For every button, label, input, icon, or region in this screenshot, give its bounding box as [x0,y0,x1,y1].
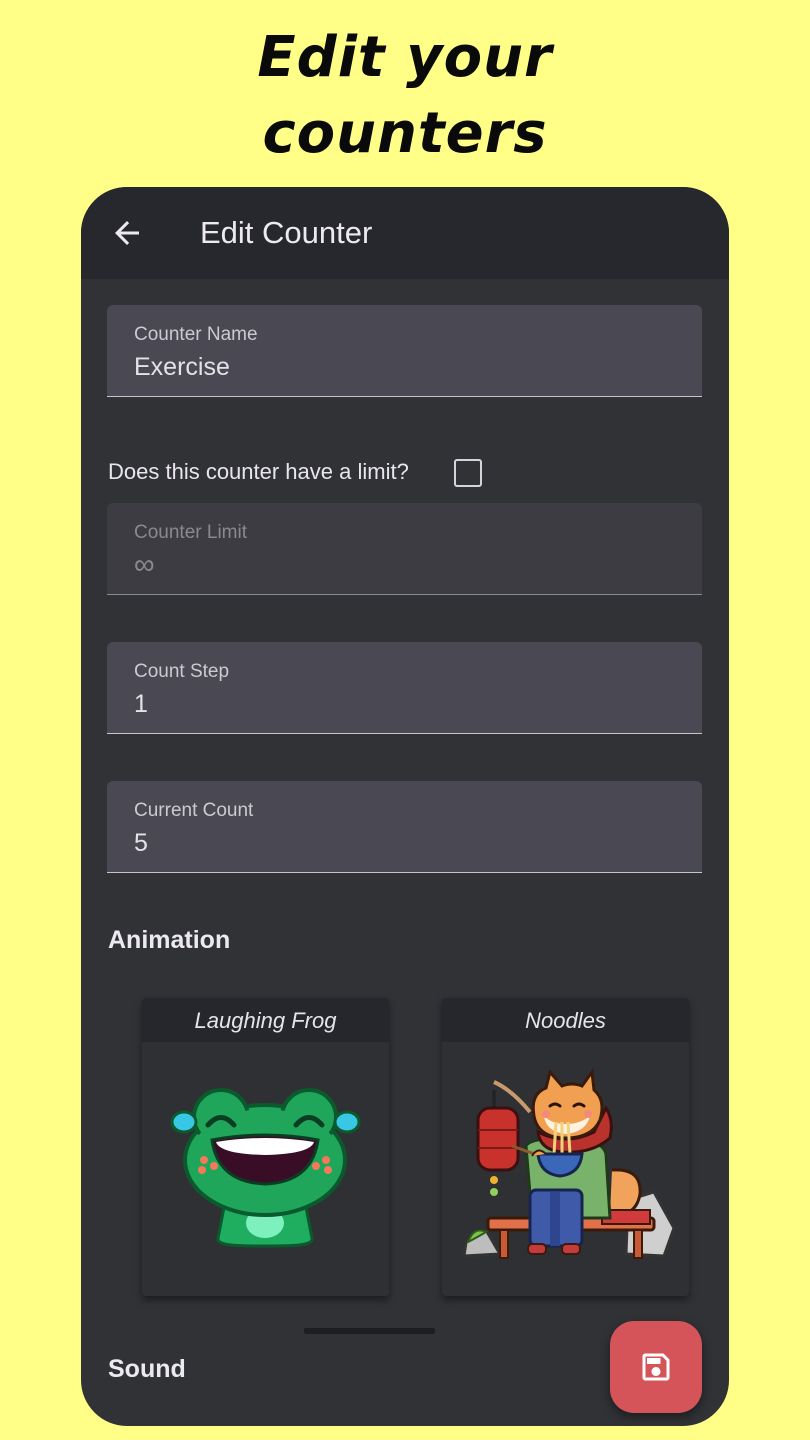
save-icon [642,1353,670,1381]
counter-name-label: Counter Name [134,324,258,345]
animation-name: Noodles [442,998,689,1042]
animation-card-laughing-frog[interactable]: Laughing Frog [142,998,389,1296]
animation-section-title: Animation [108,926,231,954]
arrow-left-icon [115,221,139,245]
counter-limit-label: Counter Limit [134,522,247,543]
carousel-scrollbar[interactable] [304,1328,435,1334]
back-button[interactable] [109,215,145,251]
app-bar: Edit Counter [81,187,729,279]
sound-section-title: Sound [108,1355,186,1383]
laughing-frog-image [170,1088,361,1248]
noodles-image [462,1067,676,1259]
counter-limit-value: ∞ [134,549,155,581]
counter-name-value: Exercise [134,353,230,381]
counter-limit-field: Counter Limit ∞ [107,503,702,595]
save-button[interactable] [610,1321,702,1413]
promo-line-1: Edit your [257,25,553,90]
phone-screen: Edit Counter Counter Name Exercise Does … [81,187,729,1426]
current-count-label: Current Count [134,800,254,821]
limit-question: Does this counter have a limit? [108,459,409,484]
count-step-label: Count Step [134,661,230,682]
current-count-value: 5 [134,829,148,857]
animation-name: Laughing Frog [142,998,389,1042]
count-step-field[interactable]: Count Step 1 [107,642,702,734]
current-count-field[interactable]: Current Count 5 [107,781,702,873]
promo-headline: Edit your counters [0,20,810,172]
count-step-value: 1 [134,690,148,718]
limit-checkbox[interactable] [454,459,482,487]
counter-name-field[interactable]: Counter Name Exercise [107,305,702,397]
page-title: Edit Counter [200,215,373,250]
animation-card-noodles[interactable]: Noodles [442,998,689,1296]
promo-line-2: counters [262,101,548,166]
